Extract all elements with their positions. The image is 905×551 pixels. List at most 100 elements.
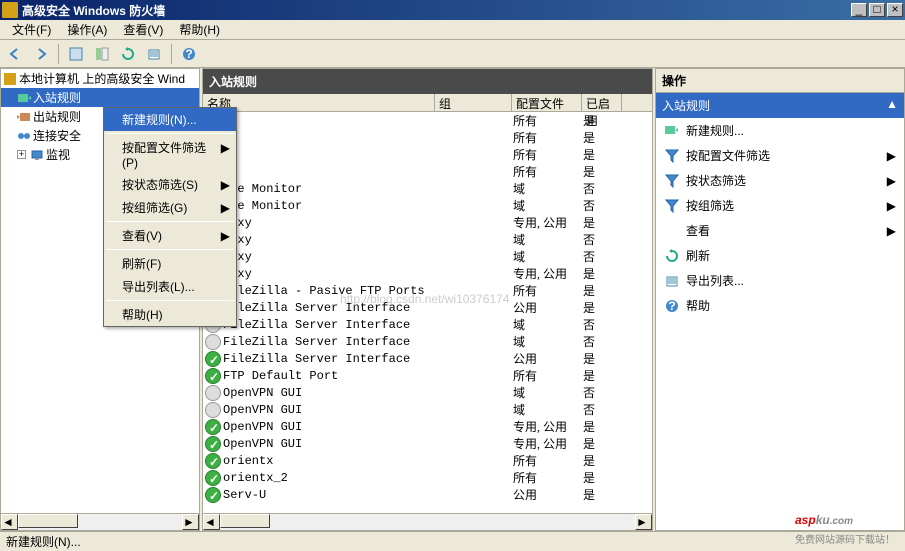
rule-row[interactable]: FileZilla Server Interface域否 [203, 333, 652, 350]
rule-row[interactable]: ✓FileZilla Server Interface公用是 [203, 299, 652, 316]
rule-row[interactable]: ✓FileZilla Server Interface公用是 [203, 350, 652, 367]
toolbar: ? [0, 40, 905, 68]
window-title: 高级安全 Windows 防火墙 [22, 2, 849, 19]
ctx-filter-profile[interactable]: 按配置文件筛选(P)▶ [104, 136, 236, 173]
rule-enabled: 是 [583, 350, 623, 367]
scroll-right-button[interactable]: ► [635, 514, 652, 530]
rule-enabled: 是 [583, 435, 623, 452]
rule-row[interactable]: roxy域否 [203, 248, 652, 265]
rule-row[interactable]: ✓OpenVPN GUI专用, 公用是 [203, 435, 652, 452]
menu-file[interactable]: 文件(F) [4, 19, 59, 40]
svg-text:✓: ✓ [209, 489, 219, 502]
rule-row[interactable]: OpenVPN GUI域否 [203, 401, 652, 418]
ctx-refresh[interactable]: 刷新(F) [104, 252, 236, 275]
rule-name: FileZilla Server Interface [223, 301, 436, 315]
show-hide-tree-button[interactable] [91, 43, 113, 65]
menu-separator [106, 249, 234, 250]
ctx-help[interactable]: 帮助(H) [104, 303, 236, 326]
scroll-left-button[interactable]: ◄ [203, 514, 220, 530]
monitor-icon [30, 148, 44, 162]
back-button[interactable] [4, 43, 26, 65]
rule-row[interactable]: roxy域否 [203, 231, 652, 248]
menu-separator [106, 133, 234, 134]
action-view[interactable]: 查看 ▶ [656, 218, 904, 243]
scroll-right-button[interactable]: ► [182, 514, 199, 530]
rule-profile: 所有 [513, 452, 583, 469]
refresh-button[interactable] [117, 43, 139, 65]
rule-row[interactable]: ✓FileZilla - Pasive FTP Ports所有是 [203, 282, 652, 299]
rule-row[interactable]: ✓所有是 [203, 163, 652, 180]
filter-icon [664, 148, 680, 164]
export-button[interactable] [143, 43, 165, 65]
rule-row[interactable]: FileZilla Server Interface域否 [203, 316, 652, 333]
ctx-view[interactable]: 查看(V)▶ [104, 224, 236, 247]
rule-name: FTP Default Port [223, 369, 436, 383]
ctx-new-rule[interactable]: 新建规则(N)... [104, 108, 236, 131]
action-help[interactable]: ? 帮助 [656, 293, 904, 318]
help-button[interactable]: ? [178, 43, 200, 65]
action-filter-group[interactable]: 按组筛选 ▶ [656, 193, 904, 218]
rule-row[interactable]: che Monitor域否 [203, 180, 652, 197]
col-group[interactable]: 组 [435, 94, 512, 111]
rule-enabled: 否 [583, 401, 623, 418]
tree-inbound-rules[interactable]: 入站规则 [1, 88, 199, 107]
action-refresh[interactable]: 刷新 [656, 243, 904, 268]
col-enabled[interactable]: 已启用 [582, 94, 622, 111]
action-export[interactable]: 导出列表... [656, 268, 904, 293]
collapse-icon[interactable]: ▲ [886, 97, 898, 114]
action-label: 按组筛选 [686, 197, 734, 214]
rule-profile: 域 [513, 197, 583, 214]
action-filter-profile[interactable]: 按配置文件筛选 ▶ [656, 143, 904, 168]
ctx-filter-state[interactable]: 按状态筛选(S)▶ [104, 173, 236, 196]
scroll-thumb[interactable] [18, 514, 78, 528]
rule-row[interactable]: ✓FTP Default Port所有是 [203, 367, 652, 384]
scroll-left-button[interactable]: ◄ [1, 514, 18, 530]
rule-row[interactable]: OpenVPN GUI域否 [203, 384, 652, 401]
separator [58, 44, 59, 64]
ctx-export[interactable]: 导出列表(L)... [104, 275, 236, 298]
menu-action[interactable]: 操作(A) [59, 19, 115, 40]
rule-enabled: 否 [583, 384, 623, 401]
tree-root[interactable]: 本地计算机 上的高级安全 Wind [1, 69, 199, 88]
tree-inbound-label: 入站规则 [33, 89, 81, 106]
menu-view[interactable]: 查看(V) [115, 19, 171, 40]
tree-scrollbar[interactable]: ◄ ► [1, 513, 199, 530]
rule-row[interactable]: ✓orientx所有是 [203, 452, 652, 469]
rule-profile: 域 [513, 231, 583, 248]
rule-profile: 所有 [513, 129, 583, 146]
forward-button[interactable] [30, 43, 52, 65]
close-button[interactable]: × [887, 3, 903, 17]
enabled-icon: ✓ [205, 419, 221, 435]
rule-profile: 域 [513, 401, 583, 418]
rule-profile: 所有 [513, 112, 583, 129]
rule-row[interactable]: ✓所有是 [203, 129, 652, 146]
action-menu-button[interactable] [65, 43, 87, 65]
rule-row[interactable]: ✓roxy专用, 公用是 [203, 214, 652, 231]
rule-row[interactable]: ✓Serv-U公用是 [203, 486, 652, 503]
center-scrollbar[interactable]: ◄ ► [203, 513, 652, 530]
menu-help[interactable]: 帮助(H) [171, 19, 228, 40]
rule-enabled: 是 [583, 214, 623, 231]
separator [171, 44, 172, 64]
tree-root-label: 本地计算机 上的高级安全 Wind [19, 70, 185, 87]
rule-row[interactable]: che Monitor域否 [203, 197, 652, 214]
rule-row[interactable]: ✓OpenVPN GUI专用, 公用是 [203, 418, 652, 435]
action-filter-state[interactable]: 按状态筛选 ▶ [656, 168, 904, 193]
action-new-rule[interactable]: 新建规则... [656, 118, 904, 143]
maximize-button[interactable]: □ [869, 3, 885, 17]
rule-row[interactable]: ✓roxy专用, 公用是 [203, 265, 652, 282]
inbound-icon [17, 91, 31, 105]
rule-row[interactable]: ✓所有是 [203, 112, 652, 129]
scroll-thumb[interactable] [220, 514, 270, 528]
col-profile[interactable]: 配置文件 [512, 94, 582, 111]
rule-enabled: 是 [583, 299, 623, 316]
rule-name: FileZilla - Pasive FTP Ports [223, 284, 436, 298]
col-name[interactable]: 名称 [203, 94, 435, 111]
ctx-filter-group[interactable]: 按组筛选(G)▶ [104, 196, 236, 219]
rule-row[interactable]: ✓所有是 [203, 146, 652, 163]
rule-row[interactable]: ✓orientx_2所有是 [203, 469, 652, 486]
app-icon [2, 2, 18, 18]
minimize-button[interactable]: _ [851, 3, 867, 17]
expand-icon[interactable]: + [17, 150, 26, 159]
filter-icon [664, 173, 680, 189]
